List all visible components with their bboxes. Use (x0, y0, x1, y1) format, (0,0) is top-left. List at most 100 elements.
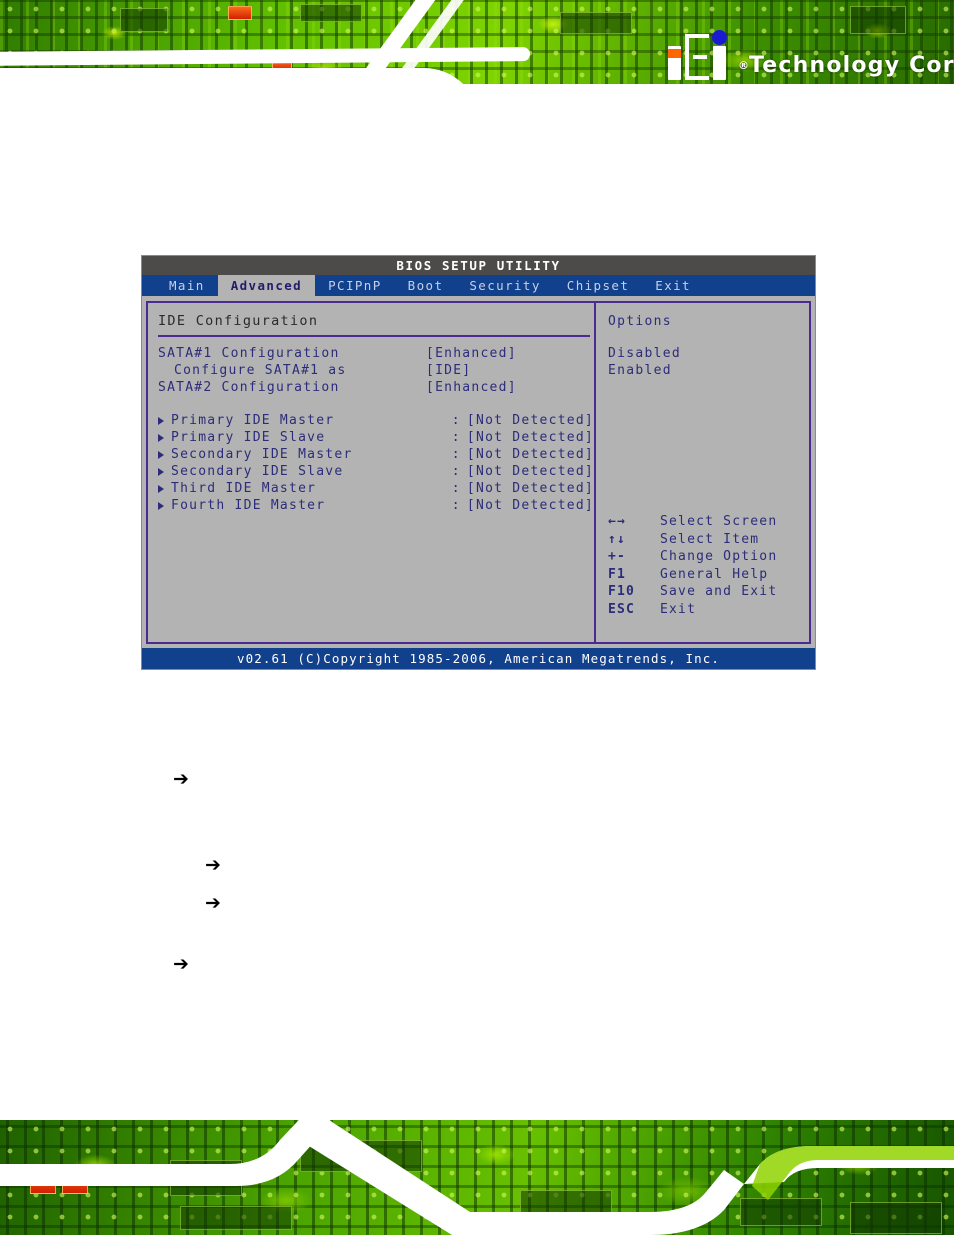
pcb-component-red (228, 6, 252, 20)
ide-device-status: [Not Detected] (466, 464, 594, 479)
key-description: Exit (660, 601, 697, 617)
key-help-select-item: ↑↓ Select Item (608, 531, 777, 549)
bios-body: IDE Configuration SATA#1 Configuration [… (142, 296, 815, 648)
ide-colon: : (451, 430, 461, 445)
ide-device-primary-master[interactable]: Primary IDE Master : [Not Detected] (158, 412, 594, 429)
bios-footer-bar: v02.61 (C)Copyright 1985-2006, American … (142, 648, 815, 669)
setting-value[interactable]: [Enhanced] (426, 345, 517, 362)
panel-title-rule (158, 335, 590, 337)
ide-device-status: [Not Detected] (466, 498, 594, 513)
ide-device-name: Fourth IDE Master (171, 498, 326, 513)
key-help-legend: ←→ Select Screen ↑↓ Select Item +- Chang… (608, 513, 777, 618)
bios-title-text: BIOS SETUP UTILITY (396, 258, 561, 273)
option-disabled[interactable]: Disabled (608, 345, 809, 362)
page-footer-banner (0, 1120, 954, 1235)
bios-title-bar: BIOS SETUP UTILITY (142, 256, 815, 275)
setting-label: Configure SATA#1 as (174, 363, 347, 378)
key-description: Select Screen (660, 514, 778, 529)
ide-colon: : (451, 498, 461, 513)
key-label: ↑↓ (608, 531, 627, 547)
submenu-arrow-icon (158, 467, 164, 476)
ide-device-fourth-master[interactable]: Fourth IDE Master : [Not Detected] (158, 497, 594, 514)
bios-setup-screenshot: BIOS SETUP UTILITY Main Advanced PCIPnP … (141, 255, 816, 670)
ide-colon: : (451, 447, 461, 462)
key-label: ←→ (608, 514, 627, 529)
logo-orange-square-icon (668, 49, 681, 58)
setting-label: SATA#1 Configuration (158, 346, 340, 361)
pcb-chip (560, 12, 632, 34)
bios-copyright-text: v02.61 (C)Copyright 1985-2006, American … (236, 651, 721, 666)
ide-device-name: Primary IDE Slave (171, 430, 326, 445)
key-label: F1 (608, 566, 627, 582)
logo-letter-e (685, 34, 709, 80)
submenu-arrow-icon (158, 484, 164, 493)
ide-device-secondary-master[interactable]: Secondary IDE Master : [Not Detected] (158, 446, 594, 463)
pcb-chip (120, 8, 168, 32)
key-help-change-option: +- Change Option (608, 548, 777, 566)
option-enabled[interactable]: Enabled (608, 362, 809, 379)
ide-device-status: [Not Detected] (466, 481, 594, 496)
iei-logo-mark-icon (668, 30, 730, 80)
ide-device-name: Third IDE Master (171, 481, 317, 496)
submenu-arrow-icon (158, 450, 164, 459)
setting-row-configure-sata1-as[interactable]: Configure SATA#1 as [IDE] (158, 362, 594, 379)
tab-chipset[interactable]: Chipset (554, 275, 642, 296)
key-description: General Help (660, 566, 769, 582)
setting-row-sata2-config[interactable]: SATA#2 Configuration [Enhanced] (158, 379, 594, 396)
arrow-bullet-icon: ➔ (205, 854, 221, 876)
tab-exit[interactable]: Exit (642, 275, 704, 296)
ide-device-secondary-slave[interactable]: Secondary IDE Slave : [Not Detected] (158, 463, 594, 480)
pcb-chip (300, 4, 362, 22)
registered-trademark-icon: ® (738, 59, 749, 72)
iei-logo: ®Technology Corp. (668, 26, 954, 80)
key-help-general-help: F1 General Help (608, 566, 777, 584)
setting-value[interactable]: [Enhanced] (426, 379, 517, 396)
bios-options-panel: Options Disabled Enabled ←→ Select Scree… (595, 301, 811, 644)
logo-letter-i-first (668, 46, 681, 80)
bios-settings-panel: IDE Configuration SATA#1 Configuration [… (146, 301, 595, 644)
tab-advanced[interactable]: Advanced (217, 275, 316, 296)
tab-security[interactable]: Security (456, 275, 553, 296)
ide-colon: : (451, 413, 461, 428)
logo-letter-i-second (713, 46, 726, 80)
tab-main[interactable]: Main (156, 275, 218, 296)
footer-wave-swoosh (0, 1120, 954, 1235)
key-label: F10 (608, 584, 636, 599)
submenu-arrow-icon (158, 433, 164, 442)
tab-boot[interactable]: Boot (395, 275, 457, 296)
ide-colon: : (451, 464, 461, 479)
ide-device-status: [Not Detected] (466, 430, 594, 445)
ide-device-name: Primary IDE Master (171, 413, 335, 428)
bios-menu-bar: Main Advanced PCIPnP Boot Security Chips… (142, 275, 815, 296)
arrow-bullet-icon: ➔ (205, 892, 221, 914)
ide-device-name: Secondary IDE Master (171, 447, 353, 462)
key-description: Save and Exit (660, 584, 778, 599)
arrow-bullet-icon: ➔ (173, 768, 189, 790)
ide-device-name: Secondary IDE Slave (171, 464, 344, 479)
key-label: +- (608, 549, 627, 564)
key-description: Select Item (660, 531, 760, 547)
submenu-arrow-icon (158, 416, 164, 425)
key-help-select-screen: ←→ Select Screen (608, 513, 777, 531)
tab-pcipnp[interactable]: PCIPnP (315, 275, 395, 296)
key-help-exit: ESC Exit (608, 601, 777, 619)
ide-device-third-master[interactable]: Third IDE Master : [Not Detected] (158, 480, 594, 497)
setting-row-sata1-config[interactable]: SATA#1 Configuration [Enhanced] (158, 345, 594, 362)
logo-wordmark: ®Technology Corp. (738, 53, 954, 80)
page-header-banner: ®Technology Corp. (0, 0, 954, 110)
logo-company-name: Technology Corp. (749, 53, 954, 78)
header-white-band-right (600, 86, 954, 94)
logo-blue-dot-icon (712, 30, 727, 45)
ide-device-primary-slave[interactable]: Primary IDE Slave : [Not Detected] (158, 429, 594, 446)
panel-title: IDE Configuration (158, 313, 319, 329)
options-heading: Options (608, 314, 672, 329)
key-help-save-and-exit: F10 Save and Exit (608, 583, 777, 601)
arrow-bullet-icon: ➔ (173, 953, 189, 975)
setting-label: SATA#2 Configuration (158, 380, 340, 395)
submenu-arrow-icon (158, 501, 164, 510)
key-label: ESC (608, 601, 636, 617)
setting-value[interactable]: [IDE] (426, 362, 471, 379)
ide-colon: : (451, 481, 461, 496)
